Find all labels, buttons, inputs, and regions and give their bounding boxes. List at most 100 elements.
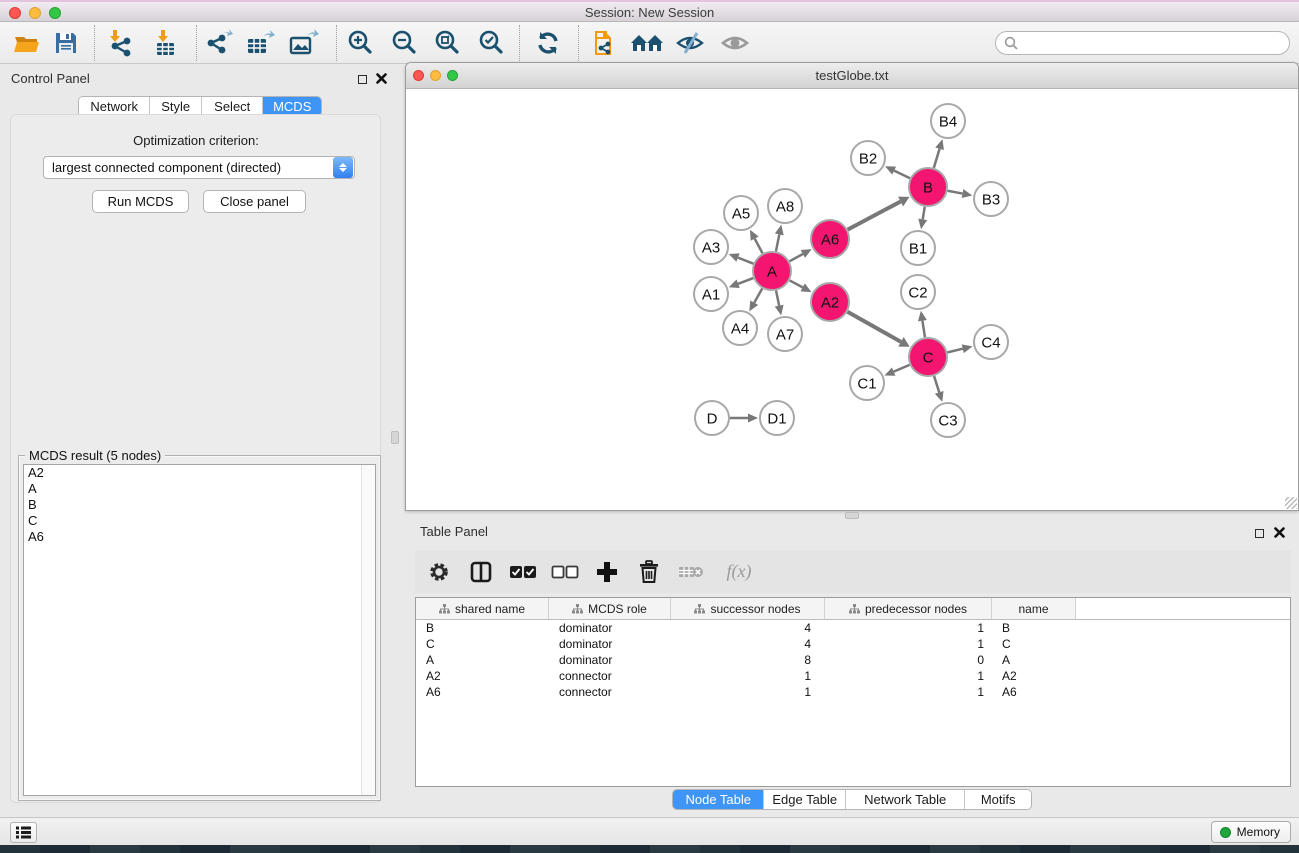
import-table-button[interactable]	[148, 27, 182, 59]
column-header-successor-nodes[interactable]: successor nodes	[671, 598, 825, 619]
column-header-shared-name[interactable]: shared name	[416, 598, 549, 619]
close-panel-action-button[interactable]: Close panel	[203, 190, 306, 213]
select-all-button[interactable]	[509, 557, 537, 587]
home-button[interactable]	[630, 27, 664, 59]
run-mcds-button[interactable]: Run MCDS	[92, 190, 189, 213]
export-network-button[interactable]	[202, 27, 236, 59]
tab-motifs[interactable]: Motifs	[965, 790, 1031, 809]
close-icon	[1274, 527, 1285, 538]
refresh-button[interactable]	[531, 27, 565, 59]
table-row[interactable]: Bdominator41B	[416, 620, 1290, 636]
memory-label: Memory	[1237, 825, 1280, 839]
toolbar-separator	[578, 25, 579, 61]
optimization-criterion-dropdown[interactable]: largest connected component (directed)	[43, 156, 355, 179]
search-input[interactable]	[1019, 34, 1289, 52]
split-columns-button[interactable]	[467, 557, 495, 587]
column-header-MCDS-role[interactable]: MCDS role	[549, 598, 671, 619]
close-panel-button[interactable]	[374, 72, 388, 86]
graph-edge[interactable]	[923, 207, 925, 220]
dropdown-value: largest connected component (directed)	[44, 160, 333, 175]
graph-edge[interactable]	[754, 288, 762, 302]
tab-network-table[interactable]: Network Table	[846, 790, 965, 809]
delete-table-button[interactable]	[677, 557, 705, 587]
edge-arrowhead	[918, 311, 927, 322]
graph-edge[interactable]	[738, 278, 753, 284]
open-session-button[interactable]	[10, 27, 44, 59]
delete-row-button[interactable]	[635, 557, 663, 587]
column-header-name[interactable]: name	[992, 598, 1076, 619]
show-details-button[interactable]	[718, 27, 752, 59]
graph-edge[interactable]	[847, 312, 901, 342]
table-row[interactable]: A2connector11A2	[416, 668, 1290, 684]
main-toolbar	[0, 22, 1299, 64]
zoom-selected-icon	[478, 29, 506, 57]
duplicate-network-button[interactable]	[589, 27, 623, 59]
scrollbar-track[interactable]	[361, 465, 375, 795]
table-cell: 8	[671, 653, 825, 667]
resize-handle[interactable]	[1285, 497, 1297, 509]
result-item[interactable]: A2	[24, 465, 375, 481]
network-window-titlebar[interactable]: testGlobe.txt	[406, 63, 1298, 89]
table-cell: 1	[825, 685, 992, 699]
float-table-panel-button[interactable]	[1252, 526, 1266, 540]
result-item[interactable]: C	[24, 513, 375, 529]
edge-arrowhead	[775, 305, 784, 316]
node-table: shared name MCDS rolesuccessor nodesprede…	[415, 597, 1291, 787]
float-panel-button[interactable]	[355, 72, 369, 86]
table-row[interactable]: Cdominator41C	[416, 636, 1290, 652]
graph-edge[interactable]	[776, 234, 779, 251]
column-header-predecessor-nodes[interactable]: predecessor nodes	[825, 598, 992, 619]
columns-icon	[470, 561, 492, 583]
graph-edge[interactable]	[790, 280, 803, 287]
show-tasks-button[interactable]	[10, 822, 37, 843]
import-table-icon	[151, 29, 179, 57]
close-table-panel-button[interactable]	[1272, 526, 1286, 540]
graph-edge[interactable]	[776, 291, 779, 306]
function-builder-button[interactable]: f(x)	[719, 557, 759, 587]
graph-edge[interactable]	[934, 149, 940, 168]
column-header-label: shared name	[455, 602, 525, 616]
zoom-fit-button[interactable]	[431, 27, 465, 59]
add-row-button[interactable]	[593, 557, 621, 587]
graph-edge[interactable]	[948, 191, 963, 194]
table-cell: 1	[825, 637, 992, 651]
mcds-result-list[interactable]: A2ABCA6	[23, 464, 376, 796]
table-row[interactable]: Adominator80A	[416, 652, 1290, 668]
hide-details-button[interactable]	[673, 27, 707, 59]
graph-edge[interactable]	[947, 349, 962, 353]
graph-edge[interactable]	[894, 365, 910, 372]
save-session-button[interactable]	[49, 27, 83, 59]
table-cell: connector	[549, 669, 671, 683]
edge-arrowhead	[729, 280, 740, 288]
result-item[interactable]: A	[24, 481, 375, 497]
export-image-button[interactable]	[287, 27, 321, 59]
result-item[interactable]: B	[24, 497, 375, 513]
tab-edge-table[interactable]: Edge Table	[764, 790, 846, 809]
vertical-split-grabber[interactable]	[391, 431, 399, 444]
zoom-selected-button[interactable]	[475, 27, 509, 59]
deselect-all-button[interactable]	[551, 557, 579, 587]
table-cell: C	[416, 637, 549, 651]
table-settings-button[interactable]	[425, 557, 453, 587]
network-canvas[interactable]: B4B2BB3A8A5A6A3B1AA1C2A2A4A7C4CC1C3DD1	[406, 89, 1298, 510]
graph-edge[interactable]	[755, 239, 763, 254]
graph-edge[interactable]	[848, 202, 901, 230]
result-item[interactable]: A6	[24, 529, 375, 545]
export-table-button[interactable]	[244, 27, 278, 59]
import-network-button[interactable]	[103, 27, 137, 59]
edge-arrowhead	[962, 344, 973, 353]
application-window: Session: New Session	[0, 0, 1299, 853]
memory-button[interactable]: Memory	[1211, 821, 1291, 843]
zoom-in-button[interactable]	[344, 27, 378, 59]
table-toolbar: f(x)	[415, 550, 1291, 593]
graph-edge[interactable]	[934, 376, 939, 392]
tab-node-table[interactable]: Node Table	[673, 790, 764, 809]
table-row[interactable]: A6connector11A6	[416, 684, 1290, 700]
import-network-icon	[106, 29, 134, 57]
float-icon	[358, 75, 367, 84]
graph-edge[interactable]	[922, 321, 925, 338]
graph-edge[interactable]	[894, 171, 910, 179]
graph-edge[interactable]	[738, 258, 753, 264]
zoom-out-button[interactable]	[388, 27, 422, 59]
graph-edge[interactable]	[790, 254, 803, 261]
